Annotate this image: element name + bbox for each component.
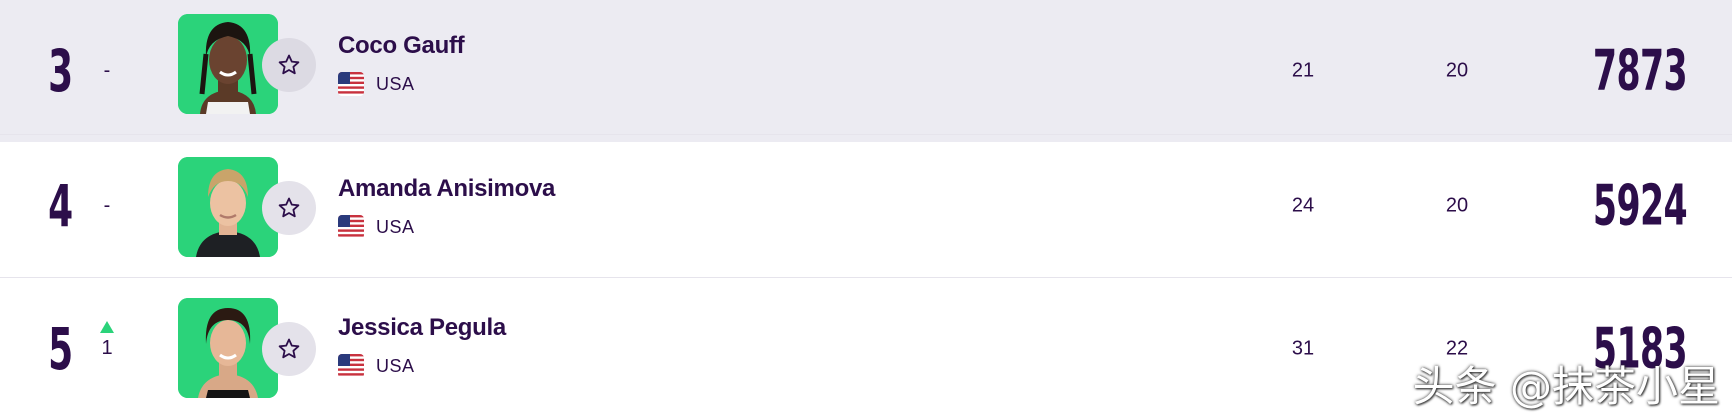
rank-movement: -: [103, 59, 111, 82]
rank-movement-value: 1: [101, 337, 113, 359]
rank-movement: 1: [92, 321, 122, 360]
player-age: 31: [1291, 337, 1315, 359]
favorite-button[interactable]: [262, 181, 316, 235]
star-outline-icon: [278, 338, 300, 359]
table-row[interactable]: 3 - Coco Gauff USA 21 20 7873: [0, 0, 1732, 142]
table-row[interactable]: 4 - Amanda Anisimova USA 24 20 5924: [0, 134, 1732, 276]
usa-flag-icon: [338, 215, 364, 239]
player-country: USA: [338, 72, 415, 96]
arrow-up-icon: [100, 321, 114, 333]
player-age: 21: [1291, 59, 1315, 82]
rank-number: 5: [48, 314, 73, 383]
country-code: USA: [376, 355, 415, 376]
player-name[interactable]: Jessica Pegula: [338, 314, 506, 342]
tournaments-played: 20: [1445, 194, 1469, 216]
watermark: 头条 @抹茶小星: [1412, 362, 1720, 411]
star-outline-icon: [278, 54, 300, 75]
star-outline-icon: [278, 197, 300, 218]
favorite-button[interactable]: [262, 38, 316, 92]
player-country: USA: [338, 354, 415, 378]
rank-number: 4: [48, 171, 73, 240]
usa-flag-icon: [338, 72, 364, 96]
usa-flag-icon: [338, 354, 364, 378]
rank-movement: -: [103, 194, 111, 216]
country-code: USA: [376, 73, 415, 94]
player-name[interactable]: Coco Gauff: [338, 32, 465, 60]
player-points: 5924: [1592, 173, 1688, 238]
player-age: 24: [1291, 194, 1315, 216]
player-points: 7873: [1592, 38, 1688, 104]
country-code: USA: [376, 216, 415, 237]
rankings-table: 3 - Coco Gauff USA 21 20 7873 4 - Amanda…: [0, 0, 1732, 418]
rank-number: 3: [48, 37, 73, 105]
favorite-button[interactable]: [262, 322, 316, 376]
player-country: USA: [338, 215, 415, 239]
tournaments-played: 20: [1445, 59, 1469, 82]
player-name[interactable]: Amanda Anisimova: [338, 175, 555, 203]
